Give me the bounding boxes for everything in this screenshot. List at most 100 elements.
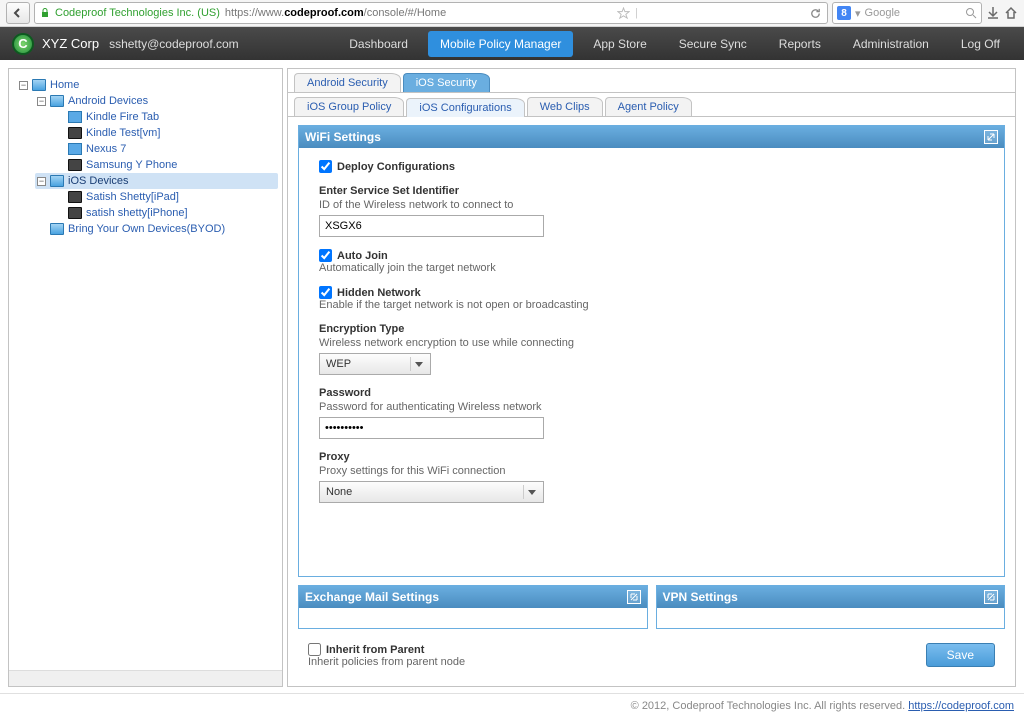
search-box[interactable]: 8 ▾ Google [832, 2, 982, 24]
encryption-type-desc: Wireless network encryption to use while… [319, 337, 984, 349]
horizontal-scrollbar[interactable] [9, 670, 282, 686]
checkbox-input[interactable] [319, 286, 332, 299]
device-tree: − Home − Android Devices Kindl [9, 69, 282, 670]
nav-log-off[interactable]: Log Off [949, 31, 1012, 57]
exchange-mail-panel: Exchange Mail Settings [298, 585, 648, 629]
top-tab-row: Android Security iOS Security [288, 69, 1015, 93]
nav-reports[interactable]: Reports [767, 31, 833, 57]
tree-toggle-icon[interactable]: − [19, 81, 28, 90]
device-tree-panel: − Home − Android Devices Kindl [8, 68, 283, 687]
tree-node-android-devices[interactable]: − Android Devices [35, 93, 278, 109]
tab-ios-security[interactable]: iOS Security [403, 73, 490, 92]
tree-node-byod[interactable]: Bring Your Own Devices(BYOD) [35, 221, 278, 237]
ssid-desc: ID of the Wireless network to connect to [319, 199, 984, 211]
collapse-icon[interactable] [984, 130, 998, 144]
tab-web-clips[interactable]: Web Clips [527, 97, 603, 116]
encryption-type-dropdown[interactable]: WEP [319, 353, 431, 375]
lock-icon [40, 8, 50, 18]
copyright-text: © 2012, Codeproof Technologies Inc. All … [631, 700, 909, 712]
nav-administration[interactable]: Administration [841, 31, 941, 57]
home-icon[interactable] [1004, 6, 1018, 20]
checkbox-label: Hidden Network [337, 287, 421, 299]
dropdown-value: WEP [326, 358, 351, 370]
search-icon [965, 7, 977, 19]
dropdown-value: None [326, 486, 352, 498]
tree-toggle-icon[interactable]: − [37, 97, 46, 106]
url-text: https://www.codeproof.com/console/#/Home [225, 7, 446, 19]
footer-link[interactable]: https://codeproof.com [908, 700, 1014, 712]
expand-icon[interactable] [627, 590, 641, 604]
inherit-from-parent-checkbox[interactable]: Inherit from Parent [308, 643, 465, 656]
user-email[interactable]: sshetty@codeproof.com [109, 37, 239, 51]
tree-toggle-icon[interactable]: − [37, 177, 46, 186]
nav-app-store[interactable]: App Store [581, 31, 658, 57]
nav-secure-sync[interactable]: Secure Sync [667, 31, 759, 57]
app-logo: C [12, 33, 34, 55]
inherit-desc: Inherit policies from parent node [308, 656, 465, 668]
back-arrow-icon [12, 7, 24, 19]
tree-node-device[interactable]: Kindle Fire Tab [53, 109, 278, 125]
search-placeholder: Google [865, 7, 900, 19]
tree-label: Home [50, 79, 79, 91]
expand-icon[interactable] [984, 590, 998, 604]
proxy-dropdown[interactable]: None [319, 481, 544, 503]
panel-title: WiFi Settings [305, 130, 381, 144]
deploy-configurations-checkbox[interactable]: Deploy Configurations [319, 160, 984, 173]
auto-join-checkbox[interactable]: Auto Join [319, 249, 984, 262]
proxy-label: Proxy [319, 451, 984, 463]
tree-node-device[interactable]: Kindle Test[vm] [53, 125, 278, 141]
tab-ios-group-policy[interactable]: iOS Group Policy [294, 97, 404, 116]
phone-icon [68, 159, 82, 171]
browser-chrome: Codeproof Technologies Inc. (US) https:/… [0, 0, 1024, 27]
app-header: C XYZ Corp sshetty@codeproof.com Dashboa… [0, 27, 1024, 60]
checkbox-input[interactable] [319, 160, 332, 173]
bookmark-star-icon[interactable] [617, 7, 630, 20]
tree-label: satish shetty[iPhone] [86, 207, 188, 219]
tree-node-home[interactable]: − Home [17, 77, 278, 93]
tab-android-security[interactable]: Android Security [294, 73, 401, 92]
bottom-action-bar: Inherit from Parent Inherit policies fro… [298, 637, 1005, 678]
tree-node-device[interactable]: satish shetty[iPhone] [53, 205, 278, 221]
password-label: Password [319, 387, 984, 399]
save-button[interactable]: Save [926, 643, 995, 667]
download-icon[interactable] [986, 6, 1000, 20]
vpn-settings-panel: VPN Settings [656, 585, 1006, 629]
tree-label: Nexus 7 [86, 143, 126, 155]
browser-back-button[interactable] [6, 2, 30, 24]
checkbox-input[interactable] [319, 249, 332, 262]
google-icon: 8 [837, 6, 851, 20]
folder-icon [50, 223, 64, 235]
refresh-icon[interactable] [809, 7, 822, 20]
folder-icon [50, 95, 64, 107]
tree-label: Kindle Test[vm] [86, 127, 160, 139]
autojoin-desc: Automatically join the target network [319, 262, 984, 274]
tree-label: Kindle Fire Tab [86, 111, 159, 123]
hidden-network-checkbox[interactable]: Hidden Network [319, 286, 984, 299]
panel-title: VPN Settings [663, 590, 738, 604]
site-identity: Codeproof Technologies Inc. (US) [55, 7, 220, 19]
ssid-input[interactable] [319, 215, 544, 237]
url-bar[interactable]: Codeproof Technologies Inc. (US) https:/… [34, 2, 828, 24]
tab-agent-policy[interactable]: Agent Policy [605, 97, 692, 116]
tree-label: Satish Shetty[iPad] [86, 191, 179, 203]
nav-dashboard[interactable]: Dashboard [337, 31, 420, 57]
panel-header: WiFi Settings [299, 126, 1004, 148]
tree-label: iOS Devices [68, 175, 129, 187]
chevron-down-icon [523, 485, 539, 499]
checkbox-input[interactable] [308, 643, 321, 656]
tree-label: Samsung Y Phone [86, 159, 177, 171]
checkbox-label: Auto Join [337, 250, 388, 262]
password-desc: Password for authenticating Wireless net… [319, 401, 984, 413]
nav-mobile-policy-manager[interactable]: Mobile Policy Manager [428, 31, 573, 57]
tablet-icon [68, 143, 82, 155]
tab-ios-configurations[interactable]: iOS Configurations [406, 98, 524, 117]
tree-node-device[interactable]: Satish Shetty[iPad] [53, 189, 278, 205]
phone-icon [68, 207, 82, 219]
tree-node-ios-devices[interactable]: − iOS Devices [35, 173, 278, 189]
password-input[interactable] [319, 417, 544, 439]
folder-icon [50, 175, 64, 187]
checkbox-label: Inherit from Parent [326, 644, 424, 656]
page-footer: © 2012, Codeproof Technologies Inc. All … [0, 693, 1024, 719]
tree-node-device[interactable]: Nexus 7 [53, 141, 278, 157]
tree-node-device[interactable]: Samsung Y Phone [53, 157, 278, 173]
